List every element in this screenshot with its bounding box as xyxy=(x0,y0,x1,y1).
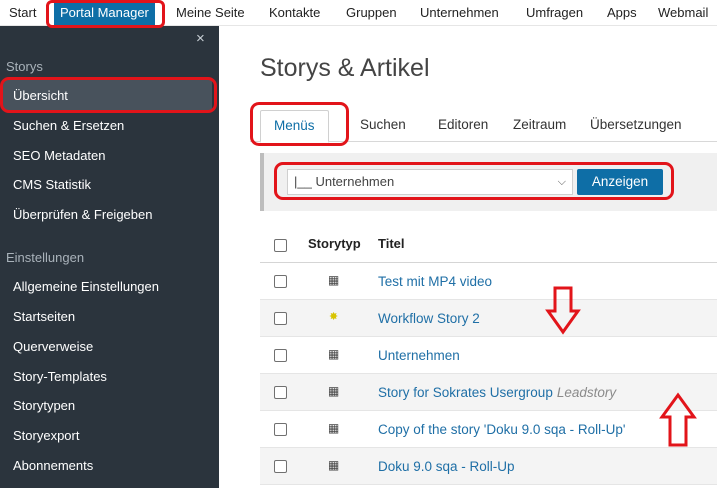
top-navigation: Start Portal Manager Meine Seite Kontakt… xyxy=(0,0,717,26)
sidebar-item-abonnements[interactable]: Abonnements xyxy=(13,458,93,473)
sidebar-item-storyexport[interactable]: Storyexport xyxy=(13,428,79,443)
sidebar-section-storys: Storys xyxy=(6,59,43,74)
show-button[interactable]: Anzeigen xyxy=(577,169,663,195)
row-checkbox[interactable] xyxy=(274,460,287,473)
tab-bar: Menüs Suchen Editoren Zeitraum Übersetzu… xyxy=(250,110,717,143)
menu-select-value: |__ Unternehmen xyxy=(294,174,395,189)
article-icon: ▦ xyxy=(328,273,340,287)
article-icon: ▦ xyxy=(328,347,340,361)
nav-unternehmen[interactable]: Unternehmen xyxy=(420,0,499,26)
down-arrow-annotation-icon xyxy=(545,286,581,335)
nav-start[interactable]: Start xyxy=(9,0,36,26)
row-checkbox[interactable] xyxy=(274,312,287,325)
column-header-storytyp[interactable]: Storytyp xyxy=(308,236,361,251)
row-checkbox[interactable] xyxy=(274,386,287,399)
nav-webmail[interactable]: Webmail xyxy=(658,0,708,26)
page-title: Storys & Artikel xyxy=(260,54,430,82)
nav-meine-seite[interactable]: Meine Seite xyxy=(176,0,245,26)
article-icon: ▦ xyxy=(328,458,340,472)
table-row: ▦ Test mit MP4 video xyxy=(260,263,717,300)
story-title-link[interactable]: Copy of the story 'Doku 9.0 sqa - Roll-U… xyxy=(378,422,626,437)
sidebar-item-querverweise[interactable]: Querverweise xyxy=(13,339,93,354)
nav-umfragen[interactable]: Umfragen xyxy=(526,0,583,26)
nav-portal-manager[interactable]: Portal Manager xyxy=(54,0,155,26)
tab-menues[interactable]: Menüs xyxy=(260,110,329,143)
table-row: ▦ Copy of the story 'Doku 9.0 sqa - Roll… xyxy=(260,411,717,448)
story-title-link[interactable]: Workflow Story 2 xyxy=(378,311,480,326)
article-icon: ▦ xyxy=(328,421,340,435)
table-header: Storytyp Titel xyxy=(260,227,717,263)
star-icon: ✸ xyxy=(329,311,339,323)
story-title-link[interactable]: Doku 9.0 sqa - Roll-Up xyxy=(378,459,515,474)
article-icon: ▦ xyxy=(328,384,340,398)
row-checkbox[interactable] xyxy=(274,275,287,288)
story-title-text: Story for Sokrates Usergroup xyxy=(378,385,553,400)
story-title-link[interactable]: Unternehmen xyxy=(378,348,460,363)
sidebar: × Storys Übersicht Suchen & Ersetzen SEO… xyxy=(0,26,219,488)
nav-kontakte[interactable]: Kontakte xyxy=(269,0,320,26)
table-row: ▦ Unternehmen xyxy=(260,337,717,374)
sidebar-item-suchen-ersetzen[interactable]: Suchen & Ersetzen xyxy=(13,118,124,133)
table-row: ▦ Doku 9.0 sqa - Roll-Up xyxy=(260,448,717,485)
sidebar-section-einstellungen: Einstellungen xyxy=(6,250,85,265)
tab-uebersetzungen[interactable]: Übersetzungen xyxy=(590,110,682,142)
chevron-down-icon: ⌵ xyxy=(557,176,566,188)
table-row: ▦ Story for Sokrates Usergroup Leadstory xyxy=(260,374,717,411)
story-title-link[interactable]: Test mit MP4 video xyxy=(378,274,492,289)
tab-suchen[interactable]: Suchen xyxy=(360,110,406,142)
menu-select[interactable]: |__ Unternehmen ⌵ xyxy=(287,169,573,195)
close-icon[interactable]: × xyxy=(196,30,205,47)
row-checkbox[interactable] xyxy=(274,423,287,436)
table-row: ✸ Workflow Story 2 xyxy=(260,300,717,337)
sidebar-item-cms-statistik[interactable]: CMS Statistik xyxy=(13,177,91,192)
sidebar-item-allgemeine-einstellungen[interactable]: Allgemeine Einstellungen xyxy=(13,279,159,294)
filter-bar: |__ Unternehmen ⌵ Anzeigen xyxy=(260,153,717,211)
sidebar-item-storytypen[interactable]: Storytypen xyxy=(13,398,75,413)
select-all-checkbox[interactable] xyxy=(274,239,287,252)
sidebar-item-uebersicht[interactable]: Übersicht xyxy=(13,88,68,103)
sidebar-item-ueberpruefen[interactable]: Überprüfen & Freigeben xyxy=(13,207,152,222)
tab-zeitraum[interactable]: Zeitraum xyxy=(513,110,566,142)
tab-editoren[interactable]: Editoren xyxy=(438,110,488,142)
sidebar-item-story-templates[interactable]: Story-Templates xyxy=(13,369,107,384)
nav-apps[interactable]: Apps xyxy=(607,0,637,26)
column-header-titel[interactable]: Titel xyxy=(378,236,405,251)
up-arrow-annotation-icon xyxy=(659,392,697,447)
sidebar-item-startseiten[interactable]: Startseiten xyxy=(13,309,75,324)
leadstory-tag: Leadstory xyxy=(556,385,617,400)
nav-gruppen[interactable]: Gruppen xyxy=(346,0,397,26)
row-checkbox[interactable] xyxy=(274,349,287,362)
story-title-link[interactable]: Story for Sokrates Usergroup Leadstory xyxy=(378,385,616,400)
sidebar-item-seo-metadaten[interactable]: SEO Metadaten xyxy=(13,148,106,163)
